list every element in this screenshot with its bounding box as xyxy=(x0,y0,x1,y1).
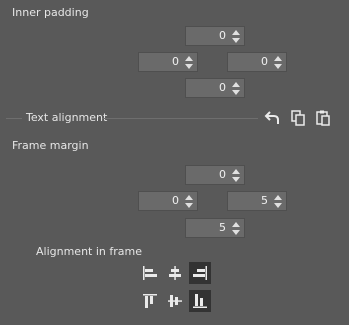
align-bottom-icon[interactable] xyxy=(189,290,211,312)
paste-icon[interactable] xyxy=(314,109,332,127)
frame-margin-title: Frame margin xyxy=(12,139,89,152)
divider-left xyxy=(6,118,22,119)
spin-arrows-icon[interactable] xyxy=(273,54,283,71)
divider-right xyxy=(102,118,258,119)
inner-padding-title: Inner padding xyxy=(12,6,89,19)
undo-icon[interactable] xyxy=(264,109,282,127)
inner-padding-bottom-spinbox[interactable]: 0 xyxy=(185,78,245,98)
align-center-v-icon[interactable] xyxy=(164,290,186,312)
spin-arrows-icon[interactable] xyxy=(184,193,194,210)
spinbox-value: 5 xyxy=(219,221,226,234)
spinbox-value: 5 xyxy=(261,194,268,207)
inner-padding-left-spinbox[interactable]: 0 xyxy=(138,52,198,72)
spinbox-value: 0 xyxy=(219,168,226,181)
frame-margin-right-spinbox[interactable]: 5 xyxy=(227,191,287,211)
spin-arrows-icon[interactable] xyxy=(273,193,283,210)
spin-arrows-icon[interactable] xyxy=(231,28,241,45)
frame-margin-top-spinbox[interactable]: 0 xyxy=(185,165,245,185)
frame-margin-left-spinbox[interactable]: 0 xyxy=(138,191,198,211)
spinbox-value: 0 xyxy=(219,29,226,42)
spin-arrows-icon[interactable] xyxy=(231,220,241,237)
align-center-h-icon[interactable] xyxy=(164,262,186,284)
spin-arrows-icon[interactable] xyxy=(184,54,194,71)
spinbox-value: 0 xyxy=(172,194,179,207)
inner-padding-top-spinbox[interactable]: 0 xyxy=(185,26,245,46)
spinbox-value: 0 xyxy=(172,55,179,68)
align-left-icon[interactable] xyxy=(139,262,161,284)
copy-icon[interactable] xyxy=(289,109,307,127)
spin-arrows-icon[interactable] xyxy=(231,167,241,184)
spinbox-value: 0 xyxy=(261,55,268,68)
spin-arrows-icon[interactable] xyxy=(231,80,241,97)
spinbox-value: 0 xyxy=(219,81,226,94)
frame-margin-bottom-spinbox[interactable]: 5 xyxy=(185,218,245,238)
text-alignment-title: Text alignment xyxy=(26,111,108,124)
inner-padding-right-spinbox[interactable]: 0 xyxy=(227,52,287,72)
align-right-icon[interactable] xyxy=(189,262,211,284)
alignment-in-frame-title: Alignment in frame xyxy=(36,245,142,258)
align-top-icon[interactable] xyxy=(139,290,161,312)
